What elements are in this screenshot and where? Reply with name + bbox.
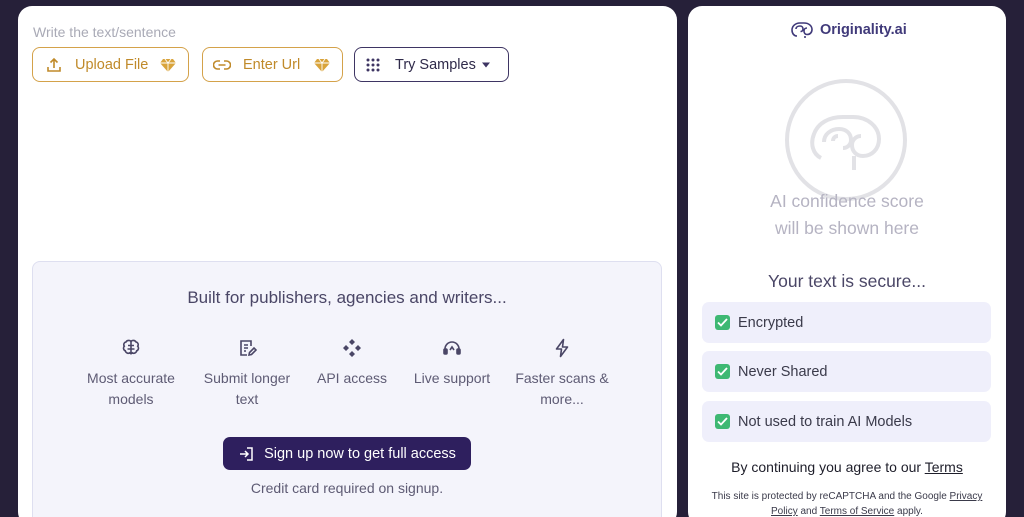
link-icon xyxy=(213,56,231,74)
brain-logo-icon xyxy=(791,22,813,38)
secure-item-never-shared: Never Shared xyxy=(702,351,991,392)
captcha-text: This site is protected by reCAPTCHA and … xyxy=(711,491,950,502)
terms-agreement: By continuing you agree to our Terms xyxy=(688,459,1006,475)
upload-icon xyxy=(45,56,63,74)
promo-panel: Built for publishers, agencies and write… xyxy=(32,261,662,517)
secure-item-encrypted: Encrypted xyxy=(702,302,991,343)
score-line: AI confidence score xyxy=(770,191,924,211)
feature-api-access: API access xyxy=(313,338,391,389)
results-sidebar: Originality.ai AI confidence score will … xyxy=(688,6,1006,517)
feature-label: Most accurate xyxy=(87,370,175,386)
credit-card-note: Credit card required on signup. xyxy=(250,480,444,496)
promo-title: Built for publishers, agencies and write… xyxy=(187,288,507,307)
signup-label: Sign up now to get full access xyxy=(264,445,456,462)
brain-icon xyxy=(121,338,141,358)
feature-label: API access xyxy=(316,370,388,386)
secure-item-label: Never Shared xyxy=(738,363,828,380)
captcha-text: and xyxy=(797,506,820,517)
brand-logo[interactable]: Originality.ai xyxy=(791,21,907,39)
terms-link[interactable]: Terms xyxy=(925,459,963,475)
feature-label: text xyxy=(235,391,259,407)
text-editor-panel[interactable]: Write the text/sentence Upload File Ente… xyxy=(18,6,677,517)
feature-label: Live support xyxy=(413,370,491,386)
feature-live-support: Live support xyxy=(409,338,495,389)
secure-item-label: Encrypted xyxy=(738,314,804,331)
secure-item-label: Not used to train AI Models xyxy=(738,413,913,430)
lightning-icon xyxy=(552,338,572,358)
captcha-text: apply. xyxy=(894,506,923,517)
try-samples-dropdown[interactable]: Try Samples xyxy=(354,47,509,82)
terms-of-service-link[interactable]: Terms of Service xyxy=(820,506,894,517)
check-icon xyxy=(715,414,730,429)
feature-label: Submit longer xyxy=(203,370,291,386)
upload-file-button[interactable]: Upload File xyxy=(32,47,189,82)
brand-name: Originality.ai xyxy=(820,22,907,38)
agree-text: By continuing you agree to our xyxy=(731,459,925,475)
score-line: will be shown here xyxy=(775,218,919,238)
feature-label: models xyxy=(108,391,154,407)
check-icon xyxy=(715,315,730,330)
feature-most-accurate: Most accurate models xyxy=(85,338,177,410)
text-input-placeholder[interactable]: Write the text/sentence xyxy=(33,24,176,40)
check-icon xyxy=(715,364,730,379)
diamond-icon xyxy=(159,56,177,74)
secure-item-not-trained: Not used to train AI Models xyxy=(702,401,991,442)
feature-faster-scans: Faster scans & more... xyxy=(513,338,611,410)
upload-file-label: Upload File xyxy=(75,56,149,73)
api-nodes-icon xyxy=(342,338,362,358)
signup-button[interactable]: Sign up now to get full access xyxy=(223,437,471,470)
headset-icon xyxy=(442,338,462,358)
feature-longer-text: Submit longer text xyxy=(199,338,295,410)
secure-title: Your text is secure... xyxy=(768,271,926,291)
grid-icon xyxy=(364,56,382,74)
score-placeholder-text: AI confidence score will be shown here xyxy=(688,188,1006,242)
login-arrow-icon xyxy=(238,446,254,462)
recaptcha-notice: This site is protected by reCAPTCHA and … xyxy=(700,489,994,517)
score-placeholder-graphic xyxy=(784,78,908,202)
enter-url-label: Enter Url xyxy=(243,56,301,73)
enter-url-button[interactable]: Enter Url xyxy=(202,47,343,82)
try-samples-label: Try Samples xyxy=(395,56,476,73)
document-edit-icon xyxy=(237,338,258,358)
feature-label: more... xyxy=(540,391,584,407)
diamond-icon xyxy=(313,56,331,74)
feature-label: Faster scans & xyxy=(515,370,609,386)
caret-down-icon xyxy=(477,56,495,74)
